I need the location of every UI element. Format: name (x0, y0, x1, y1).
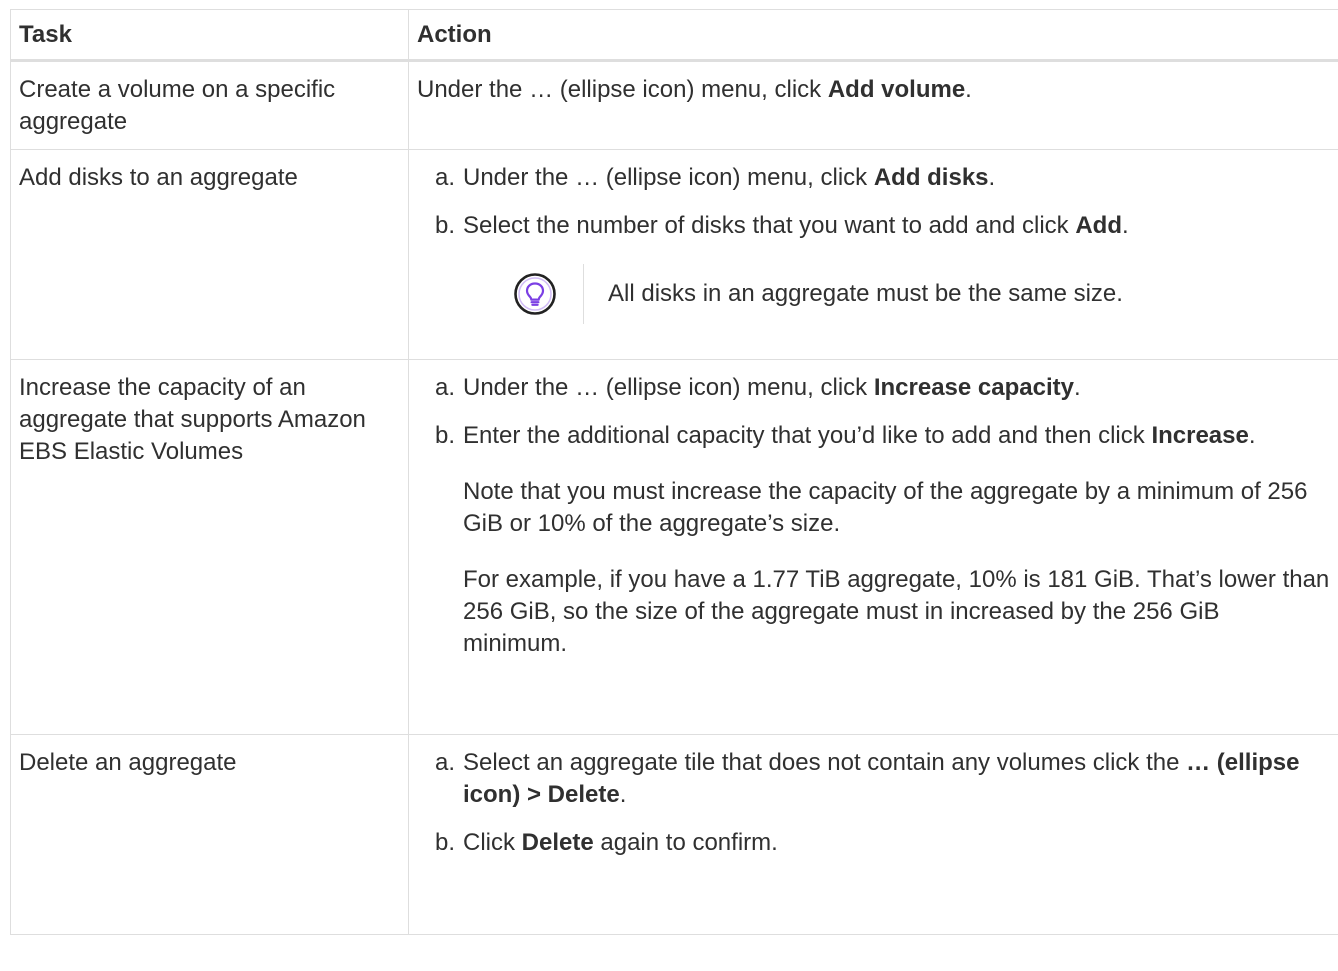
action-bold-label: Add volume (827, 76, 966, 103)
step-text: Under the … (ellipse icon) menu, click (463, 164, 874, 191)
step-text-suffix: . (988, 164, 996, 191)
step-bold-label: Increase capacity (873, 374, 1074, 401)
step-text: Click (463, 829, 522, 856)
step-bold-label: Add disks (873, 164, 989, 191)
step-marker: a. (435, 374, 456, 401)
step-text: Under the … (ellipse icon) menu, click (463, 374, 874, 401)
note-paragraph: For example, if you have a 1.77 TiB aggr… (463, 566, 1330, 657)
task-cell: Add disks to an aggregate (10, 149, 409, 360)
task-cell: Delete an aggregate (10, 734, 409, 935)
step-text: Select an aggregate tile that does not c… (463, 749, 1187, 776)
task-cell: Create a volume on a specific aggregate (10, 60, 409, 150)
step-bold-label: Increase (1151, 422, 1249, 449)
note-paragraph: Note that you must increase the capacity… (463, 478, 1308, 537)
step-bold-label: Add (1075, 212, 1122, 239)
action-cell: a. Under the … (ellipse icon) menu, clic… (408, 149, 1338, 360)
step-item: b. Enter the additional capacity that yo… (427, 420, 1330, 660)
action-cell: Under the … (ellipse icon) menu, click A… (408, 60, 1338, 150)
table-row: Create a volume on a specific aggregate … (10, 60, 1338, 150)
step-text-suffix: again to confirm. (593, 829, 778, 856)
action-column-header: Action (408, 9, 1338, 61)
step-marker: a. (435, 164, 456, 191)
tip-icon-container (487, 264, 584, 324)
table-row: Delete an aggregate a. Select an aggrega… (10, 734, 1338, 935)
tip-admonition: All disks in an aggregate must be the sa… (499, 264, 1330, 324)
step-bold-label: Delete (521, 829, 594, 856)
table-header-row: Task Action (10, 9, 1338, 61)
step-item: a. Select an aggregate tile that does no… (427, 747, 1330, 811)
task-cell: Increase the capacity of an aggregate th… (10, 359, 409, 735)
step-list: a. Select an aggregate tile that does no… (417, 747, 1330, 859)
step-marker: b. (435, 212, 456, 239)
step-text-suffix: . (1248, 422, 1256, 449)
step-text-suffix: . (619, 781, 627, 808)
action-text-suffix: . (965, 76, 972, 103)
action-cell: a. Select an aggregate tile that does no… (408, 734, 1338, 935)
step-item: a. Under the … (ellipse icon) menu, clic… (427, 372, 1330, 404)
step-marker: b. (435, 829, 456, 856)
step-marker: a. (435, 749, 456, 776)
step-marker: b. (435, 422, 456, 449)
task-column-header: Task (10, 9, 409, 61)
step-item: b. Select the number of disks that you w… (427, 210, 1330, 324)
step-text: Select the number of disks that you want… (463, 212, 1076, 239)
aggregate-tasks-table: Task Action Create a volume on a specifi… (10, 9, 1338, 935)
action-text: Under the … (ellipse icon) menu, click (417, 76, 828, 103)
step-list: a. Under the … (ellipse icon) menu, clic… (417, 372, 1330, 660)
action-cell: a. Under the … (ellipse icon) menu, clic… (408, 359, 1338, 735)
step-item: b. Click Delete again to confirm. (427, 827, 1330, 859)
step-text: Enter the additional capacity that you’d… (463, 422, 1152, 449)
table-row: Add disks to an aggregate a. Under the …… (10, 149, 1338, 360)
tip-text: All disks in an aggregate must be the sa… (608, 280, 1123, 307)
step-list: a. Under the … (ellipse icon) menu, clic… (417, 162, 1330, 324)
step-text-suffix: . (1073, 374, 1081, 401)
lightbulb-icon (514, 273, 556, 315)
step-text-suffix: . (1122, 212, 1129, 239)
step-item: a. Under the … (ellipse icon) menu, clic… (427, 162, 1330, 194)
table-row: Increase the capacity of an aggregate th… (10, 359, 1338, 735)
